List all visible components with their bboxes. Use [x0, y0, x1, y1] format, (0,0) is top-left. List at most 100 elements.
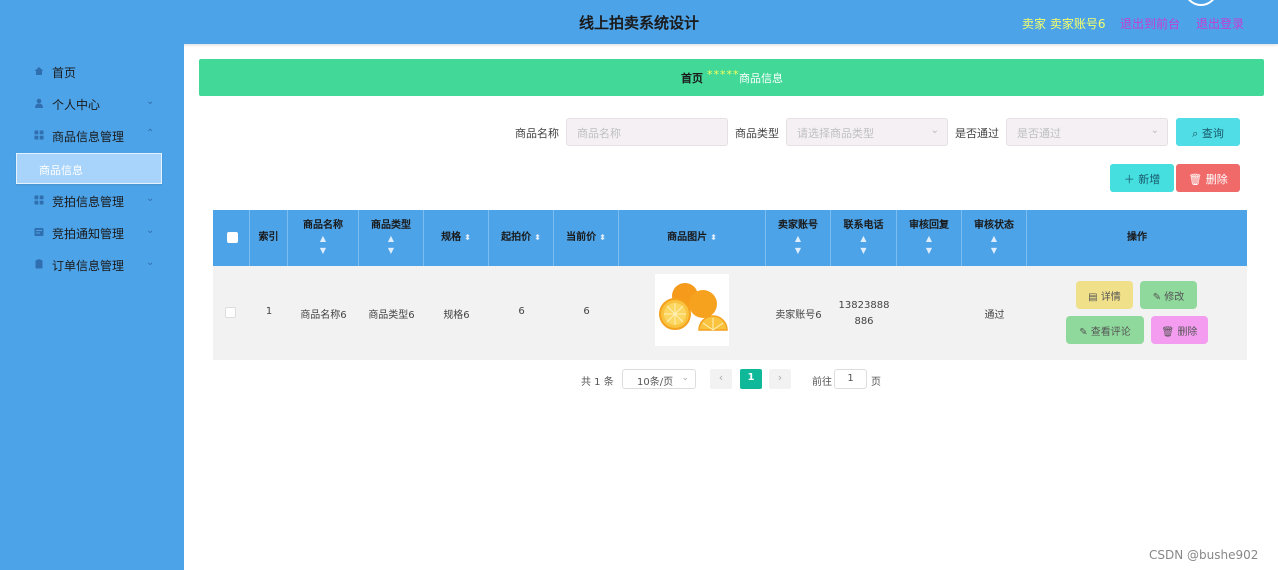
approved-select[interactable]: 是否通过 ⌄: [1006, 118, 1168, 146]
breadcrumb-current: 商品信息: [739, 72, 783, 85]
approved-placeholder: 是否通过: [1017, 127, 1061, 140]
avatar[interactable]: [1184, 0, 1218, 6]
col-reply[interactable]: 审核回复 ▲ ▼: [897, 210, 962, 266]
row-delete-button[interactable]: 🗑 删除: [1151, 316, 1208, 344]
sort-icon[interactable]: ▲ ▼: [359, 233, 423, 257]
col-reply-label: 审核回复: [909, 220, 949, 231]
page-number-current[interactable]: 1: [740, 369, 762, 389]
goto-label: 前往: [812, 377, 832, 388]
view-comments-label: 查看评论: [1090, 327, 1131, 338]
next-page-button[interactable]: ›: [769, 369, 791, 389]
cell-current-price-value: 6: [583, 306, 590, 317]
select-all-checkbox[interactable]: [227, 232, 238, 243]
cell-current-price: 6: [554, 266, 619, 360]
cell-name: 商品名称6: [288, 266, 359, 360]
breadcrumb-home[interactable]: 首页: [681, 70, 703, 86]
add-button[interactable]: ＋ 新增: [1110, 164, 1174, 192]
select-all-cell: [213, 210, 250, 266]
plus-icon: ＋: [1123, 173, 1135, 186]
col-type[interactable]: 商品类型 ▲ ▼: [359, 210, 424, 266]
page-size-value: 10条/页: [637, 377, 674, 388]
page-unit-label: 页: [871, 377, 881, 388]
sidebar-item-home[interactable]: 首页: [0, 59, 184, 85]
sort-icon[interactable]: ⬍: [599, 233, 606, 242]
prev-page-button[interactable]: ‹: [710, 369, 732, 389]
col-status[interactable]: 审核状态 ▲ ▼: [962, 210, 1027, 266]
product-image[interactable]: [655, 274, 729, 346]
goods-type-select[interactable]: 请选择商品类型 ⌄: [786, 118, 948, 146]
chevron-down-icon: ⌄: [146, 96, 155, 107]
logout-link[interactable]: 退出登录: [1196, 15, 1244, 32]
cell-reply: [897, 266, 962, 360]
col-phone[interactable]: 联系电话 ▲ ▼: [831, 210, 897, 266]
detail-button[interactable]: ▤ 详情: [1076, 281, 1133, 309]
col-spec[interactable]: 规格 ⬍: [424, 210, 489, 266]
col-seller[interactable]: 卖家账号 ▲ ▼: [766, 210, 831, 266]
edit-button-label: 修改: [1164, 292, 1185, 303]
chevron-down-icon: ⌄: [1150, 125, 1159, 136]
search-icon: ⌕: [1192, 127, 1199, 140]
cell-index-value: 1: [265, 306, 273, 317]
sort-icon[interactable]: ▲ ▼: [962, 233, 1026, 257]
col-index: 索引: [250, 210, 288, 266]
goods-name-input[interactable]: 商品名称: [566, 118, 728, 146]
breadcrumb-separator: *****: [707, 68, 740, 81]
cell-seller-value: 卖家账号6: [775, 310, 822, 321]
table-header: 索引 商品名称 ▲ ▼ 商品类型 ▲ ▼ 规格 ⬍ 起拍价 ⬍ 当前价 ⬍ 商品图片 ⬍ 卖…: [213, 210, 1247, 266]
sort-icon[interactable]: ▲ ▼: [831, 233, 896, 257]
row-checkbox[interactable]: [225, 307, 236, 318]
goods-type-label: 商品类型: [735, 127, 779, 140]
col-current-price[interactable]: 当前价 ⬍: [554, 210, 619, 266]
page-size-select[interactable]: 10条/页 ⌄: [622, 369, 696, 389]
col-image-label: 商品图片: [667, 232, 708, 243]
sidebar-subitem-goods-info[interactable]: 商品信息: [16, 153, 162, 184]
edit-button[interactable]: ✎ 修改: [1140, 281, 1197, 309]
sort-icon[interactable]: ▲ ▼: [288, 233, 358, 257]
top-header: 线上拍卖系统设计 卖家 卖家账号6 退出到前台 退出登录: [0, 0, 1278, 44]
chevron-down-icon: ⌄: [930, 125, 939, 136]
view-comments-button[interactable]: ✎ 查看评论: [1066, 316, 1144, 344]
chevron-right-icon: ›: [777, 371, 783, 384]
sidebar-item-orders[interactable]: 订单信息管理 ⌄: [0, 252, 184, 278]
sidebar-item-personal[interactable]: 个人中心 ⌄: [0, 91, 184, 117]
col-index-label: 索引: [258, 232, 279, 243]
col-actions-label: 操作: [1127, 232, 1147, 243]
goods-name-placeholder: 商品名称: [577, 127, 621, 140]
sort-icon[interactable]: ⬍: [710, 233, 717, 242]
sidebar-item-notice[interactable]: 竞拍通知管理 ⌄: [0, 220, 184, 246]
grid-icon: [34, 130, 44, 140]
sidebar-item-label: 竞拍信息管理: [52, 195, 125, 209]
chevron-left-icon: ‹: [718, 371, 724, 384]
cell-seller: 卖家账号6: [766, 266, 831, 360]
pencil-icon: ✎: [1152, 292, 1162, 303]
col-start-price[interactable]: 起拍价 ⬍: [489, 210, 554, 266]
search-button[interactable]: ⌕ 查询: [1176, 118, 1240, 146]
home-icon: [34, 67, 44, 75]
chevron-down-icon: ⌄: [146, 257, 155, 268]
file-icon: ▤: [1088, 292, 1098, 303]
cell-index: 1: [250, 266, 288, 360]
col-status-label: 审核状态: [974, 220, 1014, 231]
back-to-front-link[interactable]: 退出到前台: [1120, 15, 1180, 32]
cell-start-price: 6: [489, 266, 554, 360]
cell-image: [619, 266, 766, 360]
batch-delete-button[interactable]: 🗑 删除: [1176, 164, 1240, 192]
detail-button-label: 详情: [1100, 292, 1121, 303]
pencil-icon: ✎: [1079, 327, 1088, 338]
cell-type: 商品类型6: [359, 266, 424, 360]
chevron-down-icon: ⌄: [146, 225, 155, 236]
cell-status: 通过: [962, 266, 1027, 360]
goto-page-input[interactable]: 1: [834, 369, 867, 389]
sort-icon[interactable]: ▲ ▼: [766, 233, 830, 257]
phone-line-1: 13823888: [838, 300, 890, 311]
col-current-price-label: 当前价: [566, 232, 597, 243]
col-image[interactable]: 商品图片 ⬍: [619, 210, 766, 266]
sort-icon[interactable]: ▲ ▼: [897, 233, 961, 257]
col-name[interactable]: 商品名称 ▲ ▼: [288, 210, 359, 266]
sort-icon[interactable]: ⬍: [464, 233, 471, 242]
sort-icon[interactable]: ⬍: [534, 233, 541, 242]
sidebar-item-bidding[interactable]: 竞拍信息管理 ⌄: [0, 188, 184, 214]
sidebar-item-goods[interactable]: 商品信息管理 ⌃: [0, 123, 184, 149]
sidebar-item-label: 订单信息管理: [52, 259, 125, 273]
phone-line-2: 886: [854, 316, 874, 327]
